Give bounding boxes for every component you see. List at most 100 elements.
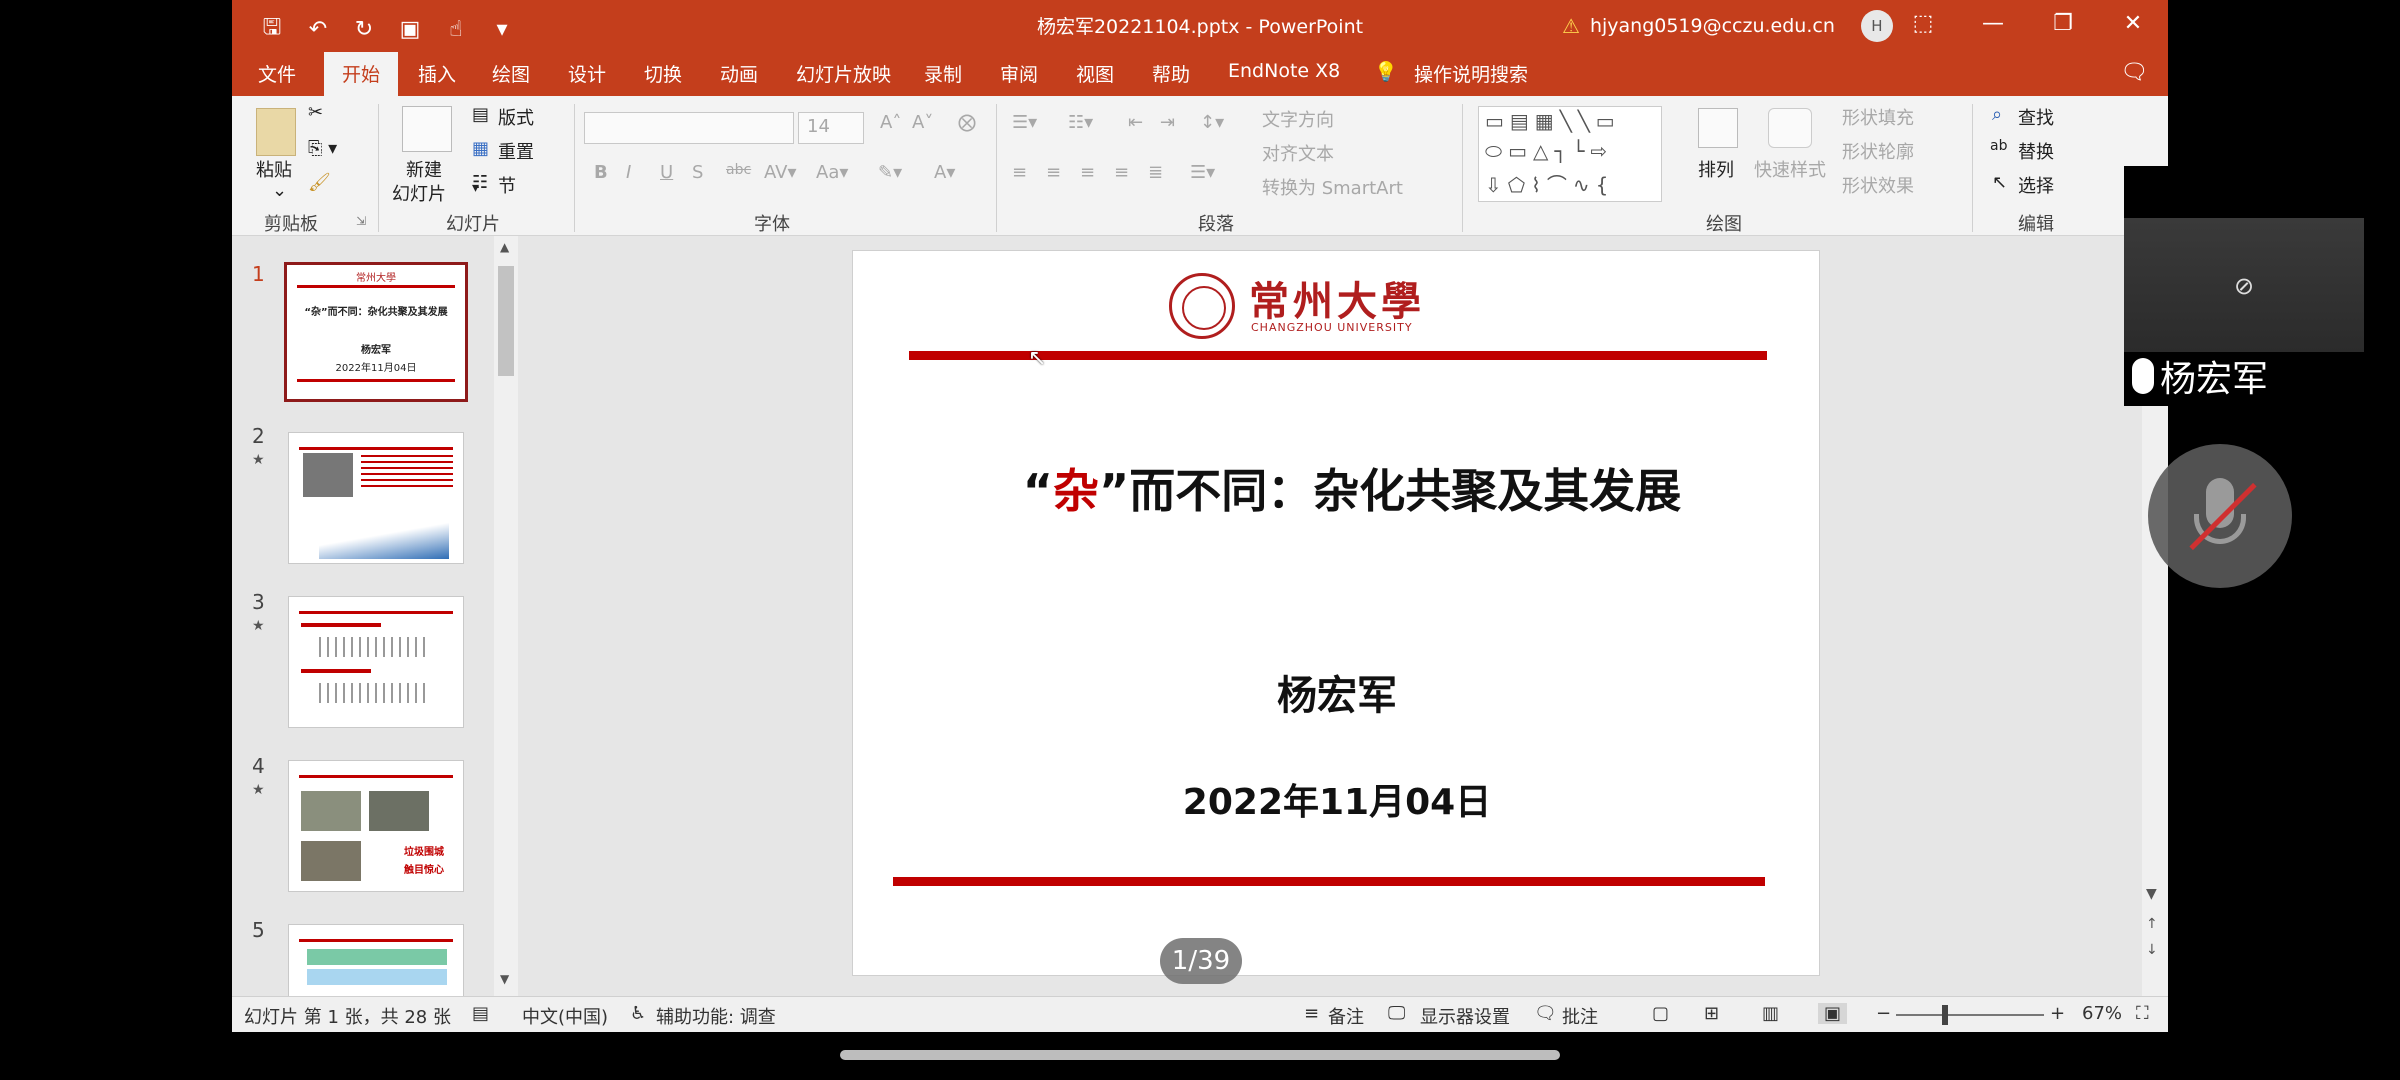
scroll-down-icon[interactable]: ▼ (2146, 886, 2157, 902)
arrange-icon[interactable] (1698, 108, 1738, 148)
display-settings-button[interactable]: 显示器设置 (1420, 1003, 1510, 1029)
slide-canvas[interactable]: 常州大學 CHANGZHOU UNIVERSITY “杂”而不同：杂化共聚及其发… (852, 250, 1820, 976)
numbering-icon[interactable]: ☷▾ (1068, 112, 1093, 133)
format-painter-icon[interactable]: 🖌 (308, 172, 331, 193)
decrease-indent-icon[interactable]: ⇤ (1128, 112, 1143, 133)
zoom-in-icon[interactable]: + (2050, 1003, 2065, 1024)
zoom-level[interactable]: 67% (2082, 1003, 2122, 1024)
tab-view[interactable]: 视图 (1076, 60, 1114, 87)
section-icon[interactable]: ☷ (472, 172, 488, 193)
slide-title[interactable]: “杂”而不同：杂化共聚及其发展 (853, 455, 1821, 521)
zoom-out-icon[interactable]: − (1876, 1003, 1891, 1024)
reset-button[interactable]: 重置 (498, 138, 534, 164)
align-right-icon[interactable]: ≡ (1080, 162, 1095, 183)
italic-icon[interactable]: I (626, 162, 631, 183)
reset-icon[interactable]: ▦ (472, 138, 489, 159)
find-button[interactable]: 查找 (2018, 104, 2054, 130)
tab-animations[interactable]: 动画 (720, 60, 758, 87)
font-name-box[interactable] (584, 112, 794, 144)
thumbnail-slide-2[interactable] (288, 432, 464, 564)
clear-format-icon[interactable]: ⨂ (958, 112, 976, 133)
next-slide-icon[interactable]: ↓ (2146, 942, 2158, 958)
previous-slide-icon[interactable]: ↑ (2146, 916, 2158, 932)
layout-icon[interactable]: ▤ (472, 104, 489, 125)
spellcheck-icon[interactable]: ▤ (472, 1003, 489, 1024)
reading-view-icon[interactable]: ▥ (1762, 1003, 1779, 1024)
tab-endnote[interactable]: EndNote X8 (1228, 60, 1340, 82)
section-button[interactable]: 节 (498, 172, 516, 198)
shrink-font-icon[interactable]: A˅ (912, 112, 933, 133)
new-slide-label-1[interactable]: 新建 (406, 156, 442, 182)
mute-toggle-button[interactable] (2148, 444, 2292, 588)
layout-button[interactable]: 版式 (498, 104, 534, 130)
thumbnail-slide-1[interactable]: 常州大學 “杂”而不同：杂化共聚及其发展 杨宏军 2022年11月04日 (284, 262, 468, 402)
align-left-icon[interactable]: ≡ (1012, 162, 1027, 183)
shape-outline-button[interactable]: 形状轮廓 (1842, 138, 1914, 164)
shapes-gallery[interactable]: ▭▤▦╲╲▭ ⬭▭△┐└⇨ ⇩⬠⌇⌒∿{ (1478, 106, 1662, 202)
tab-transitions[interactable]: 切换 (644, 60, 682, 87)
thumbnails-scrollbar[interactable]: ▲ ▼ (494, 236, 518, 996)
select-button[interactable]: 选择 (2018, 172, 2054, 198)
columns-icon[interactable]: ☰▾ (1190, 162, 1215, 183)
text-direction-button[interactable]: 文字方向 (1262, 106, 1334, 132)
new-slide-icon[interactable] (402, 106, 452, 152)
tab-help[interactable]: 帮助 (1152, 60, 1190, 87)
tab-design[interactable]: 设计 (568, 60, 606, 87)
tab-file[interactable]: 文件 (258, 60, 296, 87)
tab-insert[interactable]: 插入 (418, 60, 456, 87)
find-icon[interactable]: ⌕ (1992, 104, 2002, 125)
paste-button[interactable]: 粘贴 (256, 156, 292, 182)
replace-button[interactable]: 替换 (2018, 138, 2054, 164)
home-indicator[interactable] (840, 1050, 1560, 1060)
thumbnail-slide-3[interactable] (288, 596, 464, 728)
thumbnails-scroll-thumb[interactable] (498, 266, 514, 376)
language-indicator[interactable]: 中文(中国) (522, 1003, 608, 1029)
tab-review[interactable]: 审阅 (1000, 60, 1038, 87)
highlight-icon[interactable]: ✎▾ (878, 162, 902, 183)
copy-icon[interactable]: ⎘ ▾ (308, 138, 337, 159)
tab-record[interactable]: 录制 (924, 60, 962, 87)
normal-view-icon[interactable]: ▢ (1652, 1003, 1669, 1024)
comments-button[interactable]: 批注 (1562, 1003, 1598, 1029)
tell-me-search[interactable]: 操作说明搜索 (1414, 60, 1528, 87)
bold-icon[interactable]: B (594, 162, 608, 183)
underline-icon[interactable]: U (660, 162, 673, 183)
align-text-button[interactable]: 对齐文本 (1262, 140, 1334, 166)
clipboard-launcher-icon[interactable]: ⇲ (356, 214, 366, 228)
paste-icon[interactable] (256, 108, 296, 156)
arrange-button[interactable]: 排列 (1698, 156, 1734, 182)
strikethrough-icon[interactable]: abc (726, 162, 751, 178)
zoom-slider-handle[interactable] (1942, 1005, 1948, 1025)
select-icon[interactable]: ↖ (1992, 172, 2007, 193)
restore-icon[interactable]: ❐ (2028, 6, 2098, 42)
grow-font-icon[interactable]: A˄ (880, 112, 901, 133)
thumbnail-slide-4[interactable]: 垃圾围城 触目惊心 (288, 760, 464, 892)
line-spacing-icon[interactable]: ↕▾ (1200, 112, 1224, 133)
smartart-button[interactable]: 转换为 SmartArt (1262, 174, 1403, 200)
slide-sorter-icon[interactable]: ⊞ (1704, 1003, 1719, 1024)
notes-button[interactable]: 备注 (1328, 1003, 1364, 1029)
tab-home[interactable]: 开始 (324, 52, 399, 96)
replace-icon[interactable]: ab (1990, 138, 2007, 154)
slide-author[interactable]: 杨宏军 (853, 663, 1821, 721)
tab-draw[interactable]: 绘图 (492, 60, 530, 87)
shape-fill-button[interactable]: 形状填充 (1842, 104, 1914, 130)
justify-icon[interactable]: ≡ (1114, 162, 1129, 183)
zoom-slider-track[interactable] (1896, 1014, 2044, 1016)
tab-slideshow[interactable]: 幻灯片放映 (796, 60, 891, 87)
shadow-icon[interactable]: S (692, 162, 703, 183)
minimize-icon[interactable]: — (1958, 6, 2028, 42)
font-color-icon[interactable]: A▾ (934, 162, 955, 183)
char-spacing-icon[interactable]: AV▾ (764, 162, 797, 183)
bullets-icon[interactable]: ☰▾ (1012, 112, 1037, 133)
scroll-up-icon[interactable]: ▲ (500, 240, 509, 254)
slideshow-view-icon[interactable]: ▣ (1818, 1003, 1848, 1024)
paste-dropdown-icon[interactable]: ⌄ (272, 180, 287, 201)
cut-icon[interactable]: ✂ (308, 102, 323, 123)
ribbon-display-icon[interactable]: ⬚ (1888, 6, 1958, 42)
account-area[interactable]: ⚠ hjyang0519@cczu.edu.cn H (1562, 10, 1893, 42)
slide-date[interactable]: 2022年11月04日 (853, 773, 1821, 825)
accessibility-status[interactable]: 辅助功能: 调查 (656, 1003, 776, 1029)
quick-styles-icon[interactable] (1768, 108, 1812, 148)
shape-effects-button[interactable]: 形状效果 (1842, 172, 1914, 198)
